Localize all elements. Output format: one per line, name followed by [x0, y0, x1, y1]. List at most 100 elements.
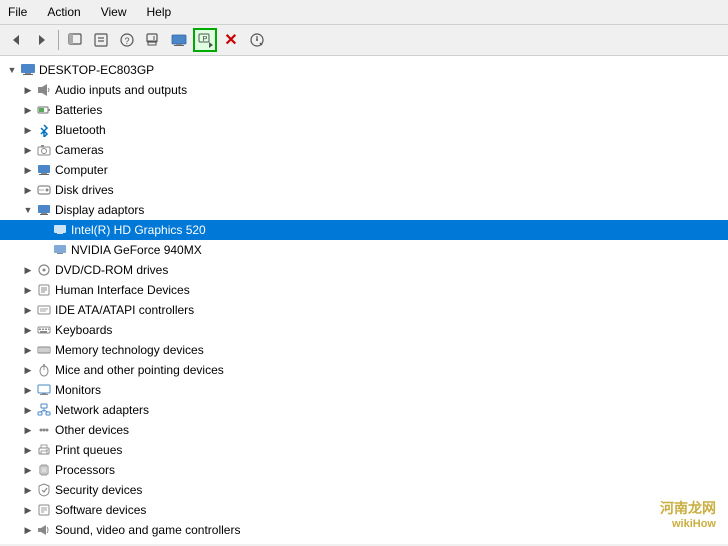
root-label: DESKTOP-EC803GP: [39, 63, 154, 77]
tree-item-print[interactable]: ▶ Print queues: [0, 440, 728, 460]
monitors-expand-icon[interactable]: ▶: [20, 382, 36, 398]
bluetooth-expand-icon[interactable]: ▶: [20, 122, 36, 138]
tree-item-monitors[interactable]: ▶ Monitors: [0, 380, 728, 400]
tree-item-dvd[interactable]: ▶ DVD/CD-ROM drives: [0, 260, 728, 280]
main-content: ▼ DESKTOP-EC803GP ▶ Audio inputs and: [0, 56, 728, 544]
cameras-expand-icon[interactable]: ▶: [20, 142, 36, 158]
storage-expand-icon[interactable]: ▶: [20, 542, 36, 544]
sound-icon: [36, 522, 52, 538]
network-expand-icon[interactable]: ▶: [20, 402, 36, 418]
print-expand-icon[interactable]: ▶: [20, 442, 36, 458]
tree-item-batteries[interactable]: ▶ Batteries: [0, 100, 728, 120]
cameras-icon: [36, 142, 52, 158]
help-button[interactable]: ?: [115, 28, 139, 52]
tree-item-sound[interactable]: ▶ Sound, video and game controllers: [0, 520, 728, 540]
nvidia-icon: [52, 242, 68, 258]
storage-label: Storage controllers: [55, 543, 156, 544]
memory-expand-icon[interactable]: ▶: [20, 342, 36, 358]
menu-action[interactable]: Action: [43, 3, 84, 21]
tree-root[interactable]: ▼ DESKTOP-EC803GP: [0, 60, 728, 80]
toolbar-separator-1: [58, 30, 59, 50]
tree-item-other[interactable]: ▶ Other devices: [0, 420, 728, 440]
print-icon: [36, 442, 52, 458]
security-icon: [36, 482, 52, 498]
intel-label: Intel(R) HD Graphics 520: [71, 223, 206, 237]
scan-button[interactable]: [245, 28, 269, 52]
tree-item-bluetooth[interactable]: ▶ Bluetooth: [0, 120, 728, 140]
hid-label: Human Interface Devices: [55, 283, 190, 297]
monitors-label: Monitors: [55, 383, 101, 397]
keyboards-icon: [36, 322, 52, 338]
tree-item-software[interactable]: ▶ Software devices: [0, 500, 728, 520]
cameras-label: Cameras: [55, 143, 104, 157]
tree-item-diskdrives[interactable]: ▶ Disk drives: [0, 180, 728, 200]
audio-expand-icon[interactable]: ▶: [20, 82, 36, 98]
sound-label: Sound, video and game controllers: [55, 523, 240, 537]
memory-label: Memory technology devices: [55, 343, 204, 357]
remove-button[interactable]: ✕: [219, 28, 243, 52]
tree-item-cameras[interactable]: ▶ Cameras: [0, 140, 728, 160]
computer-label: Computer: [55, 163, 108, 177]
tree-item-audio[interactable]: ▶ Audio inputs and outputs: [0, 80, 728, 100]
root-computer-icon: [20, 62, 36, 78]
back-button[interactable]: [4, 28, 28, 52]
show-hide-button[interactable]: [63, 28, 87, 52]
tree-item-storage[interactable]: ▶ Storage controllers: [0, 540, 728, 544]
watermark-line2: wikiHow: [660, 518, 716, 530]
tree-item-nvidia[interactable]: NVIDIA GeForce 940MX: [0, 240, 728, 260]
keyboards-expand-icon[interactable]: ▶: [20, 322, 36, 338]
menu-help[interactable]: Help: [143, 3, 176, 21]
sound-expand-icon[interactable]: ▶: [20, 522, 36, 538]
tree-item-ide[interactable]: ▶ IDE ATA/ATAPI controllers: [0, 300, 728, 320]
tree-item-displayadaptors[interactable]: ▼ Display adaptors: [0, 200, 728, 220]
tree-item-computer[interactable]: ▶ Computer: [0, 160, 728, 180]
memory-icon: [36, 342, 52, 358]
watermark: 河南龙网 wikiHow: [660, 498, 716, 530]
tree-item-network[interactable]: ▶ Network adapters: [0, 400, 728, 420]
monitors-icon: [36, 382, 52, 398]
software-icon: [36, 502, 52, 518]
batteries-expand-icon[interactable]: ▶: [20, 102, 36, 118]
security-expand-icon[interactable]: ▶: [20, 482, 36, 498]
batteries-icon: [36, 102, 52, 118]
computer-expand-icon[interactable]: ▶: [20, 162, 36, 178]
keyboards-label: Keyboards: [55, 323, 112, 337]
svg-text:P: P: [203, 36, 208, 43]
hid-expand-icon[interactable]: ▶: [20, 282, 36, 298]
watermark-line1: 河南龙网: [660, 498, 716, 518]
root-expand-icon[interactable]: ▼: [4, 62, 20, 78]
properties-button[interactable]: [89, 28, 113, 52]
tree-item-hid[interactable]: ▶ Human Interface Devices: [0, 280, 728, 300]
dvd-expand-icon[interactable]: ▶: [20, 262, 36, 278]
tree-item-mice[interactable]: ▶ Mice and other pointing devices: [0, 360, 728, 380]
diskdrives-expand-icon[interactable]: ▶: [20, 182, 36, 198]
forward-button[interactable]: [30, 28, 54, 52]
menu-bar: File Action View Help: [0, 0, 728, 25]
menu-view[interactable]: View: [97, 3, 131, 21]
diskdrives-label: Disk drives: [55, 183, 114, 197]
tree-item-keyboards[interactable]: ▶ Keyboards: [0, 320, 728, 340]
dvd-label: DVD/CD-ROM drives: [55, 263, 168, 277]
batteries-label: Batteries: [55, 103, 102, 117]
ide-expand-icon[interactable]: ▶: [20, 302, 36, 318]
print-label: Print queues: [55, 443, 122, 457]
software-expand-icon[interactable]: ▶: [20, 502, 36, 518]
menu-file[interactable]: File: [4, 3, 31, 21]
bluetooth-icon: [36, 122, 52, 138]
tree-item-security[interactable]: ▶ Security devices: [0, 480, 728, 500]
security-label: Security devices: [55, 483, 142, 497]
tree-item-memory[interactable]: ▶ Memory technology devices: [0, 340, 728, 360]
tree-item-processors[interactable]: ▶ Processors: [0, 460, 728, 480]
tree-item-intel[interactable]: Intel(R) HD Graphics 520: [0, 220, 728, 240]
mice-expand-icon[interactable]: ▶: [20, 362, 36, 378]
device-tree[interactable]: ▼ DESKTOP-EC803GP ▶ Audio inputs and: [0, 56, 728, 544]
processors-expand-icon[interactable]: ▶: [20, 462, 36, 478]
diskdrives-icon: [36, 182, 52, 198]
other-expand-icon[interactable]: ▶: [20, 422, 36, 438]
displayadaptors-expand-icon[interactable]: ▼: [20, 202, 36, 218]
computer-icon-button[interactable]: [167, 28, 191, 52]
update-driver-button[interactable]: [141, 28, 165, 52]
highlighted-action-button[interactable]: P: [193, 28, 217, 52]
software-label: Software devices: [55, 503, 146, 517]
network-icon: [36, 402, 52, 418]
